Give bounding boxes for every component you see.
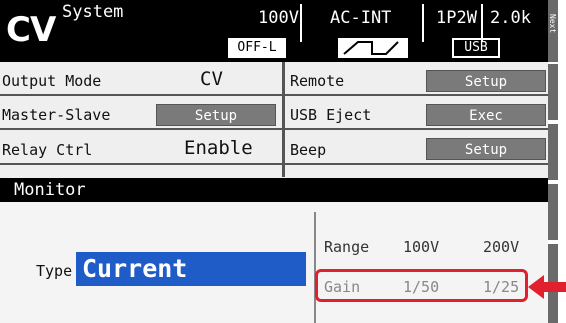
wiring-mode: 1P2W (436, 8, 477, 28)
waveform-icon (338, 38, 408, 58)
monitor-section-title: Monitor (0, 178, 548, 202)
row-divider (0, 128, 548, 130)
usb-eject-label: USB Eject (290, 106, 372, 124)
header-divider (300, 4, 302, 42)
gain-200v: 1/25 (483, 278, 520, 296)
header-divider (422, 4, 424, 42)
master-slave-setup-button[interactable]: Setup (156, 104, 276, 126)
beep-label: Beep (290, 141, 327, 159)
monitor-type-select[interactable]: Current (76, 252, 306, 286)
column-divider (282, 62, 285, 177)
instrument-screen: CV System 100V AC-INT 1P2W 2.0k OFF-L US… (0, 0, 548, 323)
gain-label: Gain (324, 278, 361, 296)
range-label: Range (324, 238, 370, 256)
usb-eject-exec-button[interactable]: Exec (426, 104, 546, 126)
monitor-divider (314, 212, 316, 323)
output-mode-indicator: CV (6, 10, 56, 50)
menu-title: System (62, 2, 124, 22)
usb-indicator: USB (452, 38, 500, 58)
row-divider (0, 163, 548, 165)
relay-ctrl-value[interactable]: Enable (184, 137, 253, 159)
signal-source: AC-INT (330, 8, 392, 28)
function-key-tab[interactable] (548, 64, 558, 120)
voltage-range: 100V (258, 8, 299, 28)
range-100v: 100V (403, 238, 440, 256)
relay-ctrl-label: Relay Ctrl (2, 141, 93, 159)
remote-label: Remote (290, 72, 345, 90)
beep-setup-button[interactable]: Setup (426, 138, 546, 160)
monitor-type-label: Type (36, 262, 73, 280)
output-mode-label: Output Mode (2, 72, 102, 90)
row-divider (0, 94, 548, 96)
function-key-tab[interactable] (548, 184, 558, 240)
remote-setup-button[interactable]: Setup (426, 70, 546, 92)
pointer-arrow-icon (528, 275, 566, 299)
current-range: 2.0k (490, 8, 531, 28)
next-page-tab[interactable]: Next (548, 0, 558, 62)
function-key-tab[interactable] (548, 124, 558, 180)
output-state-badge: OFF-L (228, 38, 286, 58)
header-divider (481, 4, 483, 42)
master-slave-label: Master-Slave (2, 106, 111, 124)
next-label: Next (548, 14, 557, 34)
gain-100v: 1/50 (403, 278, 440, 296)
output-mode-value[interactable]: CV (200, 68, 223, 90)
status-header: CV System 100V AC-INT 1P2W 2.0k OFF-L US… (0, 0, 548, 62)
range-200v: 200V (483, 238, 520, 256)
